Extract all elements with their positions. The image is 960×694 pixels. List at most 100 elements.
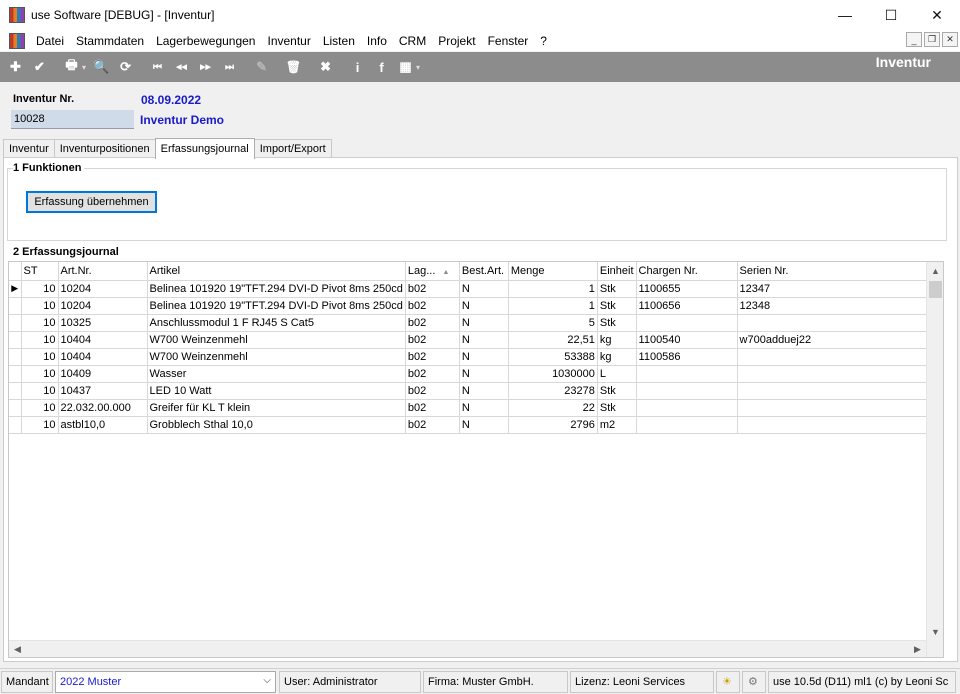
cell-serie[interactable] (737, 382, 943, 400)
grid-icon[interactable]: ▦ (396, 58, 415, 77)
table-row[interactable]: 10 10325 Anschlussmodul 1 F RJ45 S Cat5 b02… (9, 314, 943, 332)
table-row[interactable]: 10 10404 W700 Weinzenmehl b02 N 53388 kg 110058… (9, 348, 943, 366)
cell-bestart[interactable]: N (459, 331, 509, 349)
minimize-button[interactable]: — (822, 0, 868, 30)
cell-einheit[interactable]: kg (597, 348, 637, 366)
mdi-child-icon[interactable] (9, 32, 25, 49)
cell-lager[interactable]: b02 (405, 348, 460, 366)
inventur-nr-field[interactable] (11, 110, 134, 129)
table-row[interactable]: 10 10409 Wasser b02 N 1030000 L (9, 365, 943, 383)
search-icon[interactable]: 🔍 (92, 58, 111, 77)
cell-artikel[interactable]: W700 Weinzenmehl (147, 348, 406, 366)
cell-einheit[interactable]: L (597, 365, 637, 383)
col-artikel[interactable]: Artikel (147, 262, 406, 281)
cell-bestart[interactable]: N (459, 382, 509, 400)
menu-projekt[interactable]: Projekt (432, 34, 481, 48)
cell-charge[interactable] (636, 365, 738, 383)
col-einheit[interactable]: Einheit (597, 262, 637, 281)
cell-artikel[interactable]: LED 10 Watt (147, 382, 406, 400)
cell-artnr[interactable]: 10204 (58, 297, 148, 315)
cell-st[interactable]: 10 (21, 314, 59, 332)
cell-st[interactable]: 10 (21, 365, 59, 383)
mdi-minimize-button[interactable]: _ (906, 32, 922, 47)
cell-st[interactable]: 10 (21, 416, 59, 434)
cell-lager[interactable]: b02 (405, 416, 460, 434)
cell-menge[interactable]: 23278 (508, 382, 598, 400)
cell-artnr[interactable]: astbl10,0 (58, 416, 148, 434)
menu-listen[interactable]: Listen (317, 34, 361, 48)
cell-artnr[interactable]: 10204 (58, 280, 148, 298)
cell-serie[interactable]: 12348 (737, 297, 943, 315)
col-serien[interactable]: Serien Nr. (737, 262, 943, 281)
cell-bestart[interactable]: N (459, 416, 509, 434)
cell-artikel[interactable]: Grobblech Sthal 10,0 (147, 416, 406, 434)
cell-artnr[interactable]: 10437 (58, 382, 148, 400)
cell-menge[interactable]: 1030000 (508, 365, 598, 383)
cell-lager[interactable]: b02 (405, 365, 460, 383)
cell-artnr[interactable]: 10404 (58, 331, 148, 349)
cell-charge[interactable] (636, 399, 738, 417)
confirm-icon[interactable]: ✔ (30, 58, 49, 77)
cell-bestart[interactable]: N (459, 348, 509, 366)
tab-erfassungsjournal[interactable]: Erfassungsjournal (154, 138, 255, 159)
cell-lager[interactable]: b02 (405, 297, 460, 315)
menu-info[interactable]: Info (361, 34, 393, 48)
menu-help[interactable]: ? (534, 34, 553, 48)
cell-artikel[interactable]: W700 Weinzenmehl (147, 331, 406, 349)
cell-bestart[interactable]: N (459, 314, 509, 332)
cell-charge[interactable] (636, 416, 738, 434)
vertical-scrollbar[interactable]: ▲ ▼ (926, 262, 943, 657)
print-icon[interactable]: 🖶 (62, 57, 81, 77)
scroll-right-icon[interactable]: ▶ (909, 641, 926, 657)
cell-menge[interactable]: 1 (508, 280, 598, 298)
cell-menge[interactable]: 22,51 (508, 331, 598, 349)
cell-artikel[interactable]: Wasser (147, 365, 406, 383)
cell-serie[interactable] (737, 399, 943, 417)
info-icon[interactable]: i (348, 58, 367, 77)
cell-serie[interactable]: 12347 (737, 280, 943, 298)
mdi-close-button[interactable]: ✕ (942, 32, 958, 47)
col-lager[interactable]: Lag... ▲ (405, 262, 460, 281)
menu-crm[interactable]: CRM (393, 34, 432, 48)
tab-import-export[interactable]: Import/Export (253, 139, 332, 158)
cell-bestart[interactable]: N (459, 297, 509, 315)
table-row[interactable]: 10 astbl10,0 Grobblech Sthal 10,0 b02 N 2796 m… (9, 416, 943, 434)
scroll-up-icon[interactable]: ▲ (927, 262, 943, 279)
cell-serie[interactable] (737, 365, 943, 383)
menu-fenster[interactable]: Fenster (482, 34, 535, 48)
maximize-button[interactable]: ☐ (868, 0, 914, 30)
cell-serie[interactable]: w700adduej22 (737, 331, 943, 349)
refresh-icon[interactable]: ⟳ (116, 58, 135, 77)
next-record-icon[interactable]: ▶▶ (196, 58, 215, 77)
cell-charge[interactable]: 1100586 (636, 348, 738, 366)
cell-serie[interactable] (737, 348, 943, 366)
print-dropdown-icon[interactable]: ▾ (82, 63, 86, 72)
cell-artikel[interactable]: Belinea 101920 19"TFT.294 DVI-D Pivot 8m… (147, 297, 406, 315)
menu-lagerbewegungen[interactable]: Lagerbewegungen (150, 34, 261, 48)
cell-artnr[interactable]: 22.032.00.000 (58, 399, 148, 417)
prev-record-icon[interactable]: ◀◀ (172, 58, 191, 77)
cell-bestart[interactable]: N (459, 399, 509, 417)
close-button[interactable]: ✕ (914, 0, 960, 30)
mdi-restore-button[interactable]: ❐ (924, 32, 940, 47)
cell-bestart[interactable]: N (459, 280, 509, 298)
table-row[interactable]: ▶ 10 10204 Belinea 101920 19"TFT.294 DVI-D … (9, 280, 943, 298)
table-row[interactable]: 10 22.032.00.000 Greifer für KL T klein b02… (9, 399, 943, 417)
cell-lager[interactable]: b02 (405, 399, 460, 417)
col-bestart[interactable]: Best.Art. (459, 262, 509, 281)
cell-menge[interactable]: 22 (508, 399, 598, 417)
menu-inventur[interactable]: Inventur (261, 34, 316, 48)
cell-st[interactable]: 10 (21, 399, 59, 417)
cell-serie[interactable] (737, 314, 943, 332)
col-st[interactable]: ST (21, 262, 59, 281)
first-record-icon[interactable]: ⏮ (148, 58, 167, 77)
delete-icon[interactable]: 🗑 (284, 58, 303, 77)
cell-menge[interactable]: 53388 (508, 348, 598, 366)
cell-st[interactable]: 10 (21, 331, 59, 349)
cell-einheit[interactable]: Stk (597, 314, 637, 332)
cell-st[interactable]: 10 (21, 382, 59, 400)
cell-einheit[interactable]: m2 (597, 416, 637, 434)
scroll-left-icon[interactable]: ◀ (9, 641, 26, 657)
menu-datei[interactable]: Datei (30, 34, 70, 48)
cell-bestart[interactable]: N (459, 365, 509, 383)
